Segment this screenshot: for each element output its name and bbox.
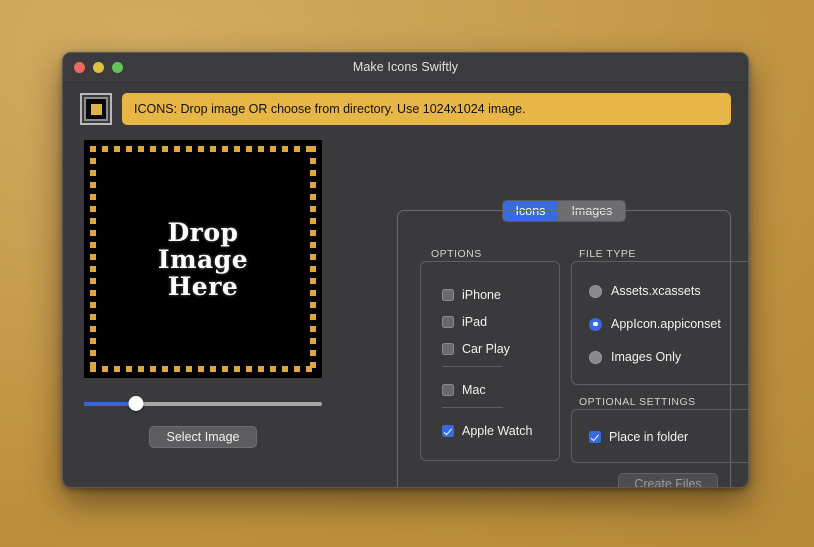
checkbox-car-play-label: Car Play [462, 342, 510, 356]
checkbox-mac-label: Mac [462, 383, 486, 397]
checkbox-apple-watch[interactable]: Apple Watch [442, 424, 532, 438]
radio-images-only-circle[interactable] [589, 350, 602, 364]
left-column: Drop Image Here Select Image [84, 140, 322, 448]
optional-settings-section-label: OPTIONAL SETTINGS [579, 396, 696, 408]
app-icon-center-square [90, 103, 102, 115]
checkbox-mac[interactable]: Mac [442, 383, 486, 397]
app-icon [80, 93, 112, 125]
checkbox-place-in-folder-box[interactable] [589, 431, 601, 443]
checkbox-place-in-folder-label: Place in folder [609, 430, 689, 444]
options-divider-1 [442, 366, 503, 367]
checkbox-iphone-label: iPhone [462, 288, 501, 302]
drop-image-zone[interactable]: Drop Image Here [84, 140, 322, 378]
desktop-background: Make Icons Swiftly ICONS: Drop image OR … [0, 0, 814, 547]
radio-assets-xcassets-circle[interactable] [589, 284, 602, 298]
image-scale-slider[interactable] [84, 395, 322, 412]
radio-images-only[interactable]: Images Only [589, 350, 681, 364]
checkbox-mac-box[interactable] [442, 384, 454, 396]
checkbox-iphone-box[interactable] [442, 289, 454, 301]
window-titlebar: Make Icons Swiftly [63, 53, 748, 83]
checkbox-iphone[interactable]: iPhone [442, 288, 501, 302]
app-window: Make Icons Swiftly ICONS: Drop image OR … [62, 52, 749, 488]
radio-assets-xcassets[interactable]: Assets.xcassets [589, 284, 701, 298]
checkbox-place-in-folder[interactable]: Place in folder [589, 430, 688, 444]
radio-appicon-appiconset-circle[interactable] [589, 317, 602, 331]
banner-row: ICONS: Drop image OR choose from directo… [80, 93, 731, 125]
options-section-label: OPTIONS [431, 248, 482, 260]
app-icon-inner-ring [84, 97, 108, 121]
window-title: Make Icons Swiftly [352, 60, 459, 74]
radio-assets-xcassets-label: Assets.xcassets [611, 284, 701, 298]
checkbox-apple-watch-box[interactable] [442, 425, 454, 437]
checkbox-apple-watch-label: Apple Watch [462, 424, 533, 438]
drop-label-line-1: Drop [167, 217, 239, 247]
checkbox-ipad[interactable]: iPad [442, 315, 487, 329]
file-type-section-label: FILE TYPE [579, 248, 636, 260]
checkbox-ipad-label: iPad [462, 315, 488, 329]
radio-images-only-label: Images Only [611, 350, 682, 364]
instruction-banner: ICONS: Drop image OR choose from directo… [122, 93, 731, 125]
checkbox-ipad-box[interactable] [442, 316, 454, 328]
drop-label-line-3: Here [167, 271, 239, 301]
options-divider-2 [442, 407, 503, 408]
slider-thumb[interactable] [128, 395, 144, 411]
drop-zone-label: Drop Image Here [158, 219, 248, 300]
select-image-button[interactable]: Select Image [149, 426, 257, 448]
radio-appicon-appiconset-label: AppIcon.appiconset [611, 317, 721, 331]
radio-appicon-appiconset[interactable]: AppIcon.appiconset [589, 317, 721, 331]
create-files-button[interactable]: Create Files [618, 473, 718, 487]
checkbox-car-play[interactable]: Car Play [442, 342, 510, 356]
checkbox-car-play-box[interactable] [442, 343, 454, 355]
drop-label-line-2: Image [157, 244, 249, 274]
